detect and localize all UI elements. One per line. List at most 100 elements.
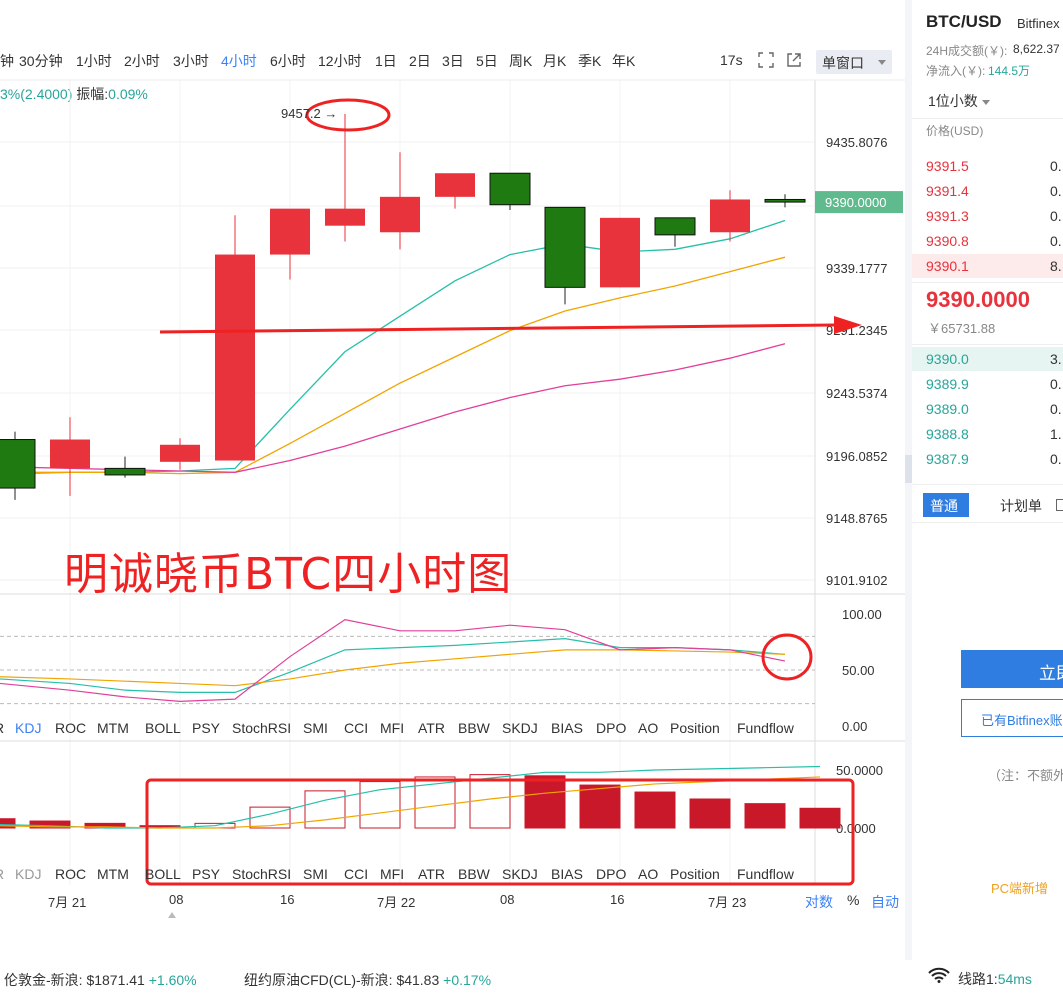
wifi-icon (928, 967, 950, 983)
gold-ticker[interactable]: 伦敦金-新浪: $1871.41 +1.60% (4, 970, 197, 990)
indicator-tab[interactable]: SKDJ (502, 866, 538, 882)
ask-row[interactable]: 9391.3 0. (912, 204, 1063, 228)
inflow-label: 净流入(￥): (926, 64, 986, 78)
oil-ticker[interactable]: 纽约原油CFD(CL)-新浪: $41.83 +0.17% (244, 970, 491, 990)
bid-price: 9388.8 (926, 426, 969, 442)
osc-axis-label: 100.00 (842, 607, 882, 622)
indicator-tab[interactable]: CCI (344, 866, 368, 882)
indicator-tab[interactable]: Fundflow (737, 866, 794, 882)
ask-row[interactable]: 9390.8 0. (912, 229, 1063, 253)
indicator-tab[interactable]: R (0, 866, 4, 882)
candle-body (215, 254, 255, 461)
exchange-name: Bitfinex (1017, 16, 1060, 31)
time-axis-label: 08 (169, 892, 184, 907)
ask-row[interactable]: 9391.5 0. (912, 154, 1063, 178)
indicator-tab[interactable]: CCI (344, 720, 368, 736)
indicator-tab[interactable]: SKDJ (502, 720, 538, 736)
price-axis-label: 9196.0852 (826, 449, 887, 464)
connection-status: 线路1:54ms (958, 969, 1032, 989)
time-axis-label: 7月 23 (708, 895, 747, 910)
decimals-select[interactable]: 1位小数 (928, 91, 990, 111)
inflow-value: 144.5万 (988, 64, 1031, 78)
indicator-tab[interactable]: KDJ (15, 866, 41, 882)
indicator-tab[interactable]: MFI (380, 866, 404, 882)
indicator-tab[interactable]: ROC (55, 720, 86, 736)
indicator-tab[interactable]: Position (670, 720, 720, 736)
macd-bar (689, 798, 731, 829)
indicator-tab[interactable]: DPO (596, 866, 626, 882)
bid-row[interactable]: 9389.9 0. (912, 372, 1063, 396)
divider (912, 484, 1063, 485)
time-axis-label: 16 (280, 892, 295, 907)
indicator-tab[interactable]: DPO (596, 720, 626, 736)
indicator-tab[interactable]: Position (670, 866, 720, 882)
axis-percent-toggle[interactable]: % (847, 892, 859, 908)
plan-checkbox-icon[interactable] (1056, 499, 1063, 511)
line-label: 线路1: (958, 971, 998, 987)
oscillator-line (0, 638, 786, 694)
kline-chart[interactable]: 9435.80769339.17779291.23459243.53749196… (0, 0, 905, 960)
indicator-tab[interactable]: ROC (55, 866, 86, 882)
ask-row[interactable]: 9390.1 8. (912, 254, 1063, 278)
bid-price: 9389.0 (926, 401, 969, 417)
time-axis-label: 08 (500, 892, 515, 907)
peak-price-label: 9457.2 → (281, 106, 338, 121)
macd-axis-label: 0.0000 (836, 821, 876, 836)
time-axis-label: 7月 21 (48, 895, 87, 910)
indicator-tab[interactable]: BBW (458, 720, 490, 736)
indicator-tab[interactable]: PSY (192, 720, 220, 736)
bid-qty: 0. (1050, 401, 1062, 417)
gold-label: 伦敦金-新浪: (4, 972, 83, 988)
axis-log-toggle[interactable]: 对数 (805, 892, 833, 912)
pair-title: BTC/USD (926, 12, 1002, 31)
indicator-tab[interactable]: AO (638, 720, 658, 736)
indicator-tab[interactable]: BOLL (145, 720, 181, 736)
tab-normal-order[interactable]: 普通 (923, 493, 969, 517)
oil-label: 纽约原油CFD(CL)-新浪: (244, 972, 393, 988)
indicator-tab[interactable]: MTM (97, 866, 129, 882)
bid-row[interactable]: 9387.9 0. (912, 447, 1063, 471)
indicator-tab[interactable]: SMI (303, 866, 328, 882)
indicator-tab[interactable]: BBW (458, 866, 490, 882)
candle-body (325, 208, 365, 226)
indicator-tab[interactable]: BIAS (551, 866, 583, 882)
indicator-tab[interactable]: StochRSI (232, 720, 291, 736)
existing-account-button[interactable]: 已有Bitfinex账 (961, 699, 1063, 737)
bid-row[interactable]: 9388.8 1. (912, 422, 1063, 446)
chart-area[interactable]: 钟 30分钟 1小时 2小时 3小时 4小时 6小时 12小时 1日 2日 3日 5日 周K 月K 季K 年K… (0, 0, 905, 960)
indicator-tab[interactable]: ATR (418, 720, 445, 736)
indicator-tab[interactable]: AO (638, 866, 658, 882)
ask-qty: 8. (1050, 258, 1062, 274)
bid-price: 9389.9 (926, 376, 969, 392)
indicator-tab[interactable]: Fundflow (737, 720, 794, 736)
ask-price: 9391.5 (926, 158, 969, 174)
indicator-tab[interactable]: SMI (303, 720, 328, 736)
last-price: 9390.0000 (926, 287, 1030, 312)
ask-price: 9391.4 (926, 183, 969, 199)
panel-splitter[interactable] (905, 0, 912, 960)
indicator-tab[interactable]: MFI (380, 720, 404, 736)
indicator-tab[interactable]: ATR (418, 866, 445, 882)
indicator-tab[interactable]: BOLL (145, 866, 181, 882)
candle-body (435, 173, 475, 197)
promo-link[interactable]: PC端新增 (991, 878, 1048, 897)
tab-plan-order[interactable]: 计划单 (1000, 496, 1042, 516)
bid-row[interactable]: 9389.0 0. (912, 397, 1063, 421)
indicator-tab[interactable]: R (0, 720, 4, 736)
indicator-tab[interactable]: StochRSI (232, 866, 291, 882)
indicator-tab[interactable]: PSY (192, 866, 220, 882)
price-axis-label: 9435.8076 (826, 135, 887, 150)
osc-axis-label: 0.00 (842, 719, 867, 734)
ask-row[interactable]: 9391.4 0. (912, 179, 1063, 203)
ask-qty: 0. (1050, 233, 1062, 249)
bid-qty: 1. (1050, 426, 1062, 442)
axis-auto-toggle[interactable]: 自动 (871, 892, 899, 912)
indicator-tab[interactable]: MTM (97, 720, 129, 736)
bid-row[interactable]: 9390.0 3. (912, 347, 1063, 371)
chevron-down-icon (981, 99, 990, 105)
indicator-tab[interactable]: BIAS (551, 720, 583, 736)
indicator-tab[interactable]: KDJ (15, 720, 41, 736)
splitter-grip[interactable] (905, 455, 912, 483)
trade-now-button[interactable]: 立即 (961, 650, 1063, 688)
market-panel: BTC/USD Bitfinex 24H成交额(￥): 8,622.37 净流入… (912, 0, 1063, 960)
